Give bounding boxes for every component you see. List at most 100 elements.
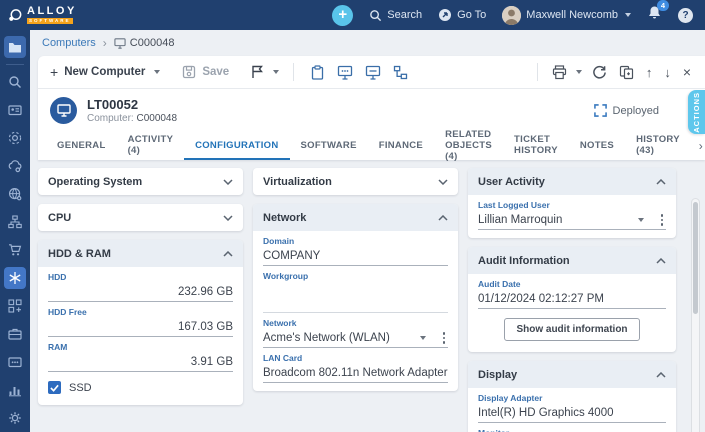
new-computer-button[interactable]: + New Computer bbox=[50, 64, 161, 80]
actions-side-tab[interactable]: ACTIONS bbox=[688, 90, 705, 134]
alloy-logo[interactable]: ALLOY SOFTWARE bbox=[8, 4, 77, 25]
logo-text-primary: ALLOY bbox=[27, 4, 77, 17]
chevron-up-icon bbox=[656, 257, 666, 264]
record-toolbar: + New Computer Save ↑ ↓ × bbox=[38, 56, 705, 89]
save-button[interactable]: Save bbox=[182, 65, 229, 79]
sidebar-item-id-card[interactable] bbox=[4, 99, 26, 121]
chevron-up-icon bbox=[656, 371, 666, 378]
previous-record-button[interactable]: ↑ bbox=[644, 63, 655, 82]
goto-menu[interactable]: Go To bbox=[438, 8, 486, 22]
left-nav-sidebar bbox=[0, 30, 30, 432]
next-record-button[interactable]: ↓ bbox=[662, 63, 673, 82]
ssd-checkbox-label: SSD bbox=[69, 381, 92, 394]
close-button[interactable]: × bbox=[681, 62, 693, 82]
panel-header-hdd-ram[interactable]: HDD & RAM bbox=[38, 240, 243, 267]
tab-software[interactable]: SOFTWARE bbox=[290, 132, 368, 160]
panel-audit-information: Audit Information Audit Date 01/12/2024 … bbox=[468, 247, 676, 352]
panel-display: Display Display Adapter Intel(R) HD Grap… bbox=[468, 361, 676, 432]
settings-gear-icon bbox=[9, 412, 21, 424]
flag-icon bbox=[252, 65, 264, 78]
field-network[interactable]: Network Acme's Network (WLAN) bbox=[263, 318, 448, 348]
help-button[interactable]: ? bbox=[678, 7, 693, 23]
chevron-down-icon bbox=[223, 214, 233, 221]
sidebar-item-cart[interactable] bbox=[4, 239, 26, 261]
refresh-icon bbox=[592, 65, 606, 79]
sidebar-item-archive[interactable] bbox=[4, 351, 26, 373]
field-workgroup[interactable]: Workgroup bbox=[263, 271, 448, 313]
panel-header-user-activity[interactable]: User Activity bbox=[468, 168, 676, 195]
panel-header-operating-system[interactable]: Operating System bbox=[38, 168, 243, 195]
ssd-checkbox[interactable] bbox=[48, 381, 61, 394]
id-card-icon bbox=[8, 105, 22, 116]
tab-history[interactable]: HISTORY (43) bbox=[625, 132, 691, 160]
tabs-overflow-chevron[interactable]: › bbox=[691, 132, 705, 160]
breadcrumb-computers-link[interactable]: Computers bbox=[42, 37, 96, 49]
monitor-chat-icon bbox=[338, 65, 353, 80]
chevron-down-icon bbox=[223, 178, 233, 185]
snowflake-icon bbox=[9, 272, 21, 284]
tab-activity[interactable]: ACTIVITY (4) bbox=[117, 132, 185, 160]
sidebar-item-globe[interactable] bbox=[4, 183, 26, 205]
sidebar-item-settings[interactable] bbox=[4, 407, 26, 429]
tab-ticket-history[interactable]: TICKET HISTORY bbox=[503, 132, 569, 160]
panel-header-virtualization[interactable]: Virtualization bbox=[253, 168, 458, 195]
sidebar-item-sitemap[interactable] bbox=[4, 211, 26, 233]
panel-header-audit-information[interactable]: Audit Information bbox=[468, 247, 676, 274]
network-menu-button[interactable] bbox=[440, 331, 449, 345]
network-topology-button[interactable] bbox=[391, 63, 410, 82]
global-add-button[interactable]: + bbox=[332, 4, 354, 26]
show-audit-information-button[interactable]: Show audit information bbox=[504, 318, 640, 341]
global-search[interactable]: Search bbox=[369, 9, 422, 22]
dropdown-caret-icon[interactable] bbox=[637, 218, 644, 222]
field-lan-card[interactable]: LAN Card Broadcom 802.11n Network Adapte… bbox=[263, 353, 448, 383]
sidebar-item-search[interactable] bbox=[4, 71, 26, 93]
breadcrumb-current: C000048 bbox=[114, 37, 174, 49]
panel-network: Network Domain COMPANY Workgroup Network… bbox=[253, 204, 458, 391]
tab-finance[interactable]: FINANCE bbox=[368, 132, 434, 160]
field-last-logged-user[interactable]: Last Logged User Lillian Marroquin bbox=[478, 200, 666, 230]
tab-notes[interactable]: NOTES bbox=[569, 132, 625, 160]
clipboard-icon bbox=[312, 64, 324, 80]
panel-header-display[interactable]: Display bbox=[468, 361, 676, 388]
tab-general[interactable]: GENERAL bbox=[46, 132, 117, 160]
field-hdd-free[interactable]: HDD Free 167.03 GB bbox=[48, 307, 233, 337]
dropdown-caret-icon[interactable] bbox=[419, 336, 426, 340]
paste-audit-button[interactable] bbox=[308, 63, 327, 82]
scrollbar-thumb[interactable] bbox=[693, 202, 698, 314]
panel-header-cpu[interactable]: CPU bbox=[38, 204, 243, 231]
toolbar-divider bbox=[293, 63, 295, 81]
user-menu[interactable]: Maxwell Newcomb bbox=[502, 5, 631, 25]
sidebar-item-cloud[interactable] bbox=[4, 155, 26, 177]
refresh-button[interactable] bbox=[590, 63, 609, 82]
field-display-adapter[interactable]: Display Adapter Intel(R) HD Graphics 400… bbox=[478, 393, 666, 423]
field-monitor[interactable]: Monitor bbox=[478, 428, 666, 432]
field-domain[interactable]: Domain COMPANY bbox=[263, 236, 448, 266]
field-ram[interactable]: RAM 3.91 GB bbox=[48, 342, 233, 372]
remote-message-button[interactable] bbox=[335, 63, 355, 82]
sidebar-item-folder[interactable] bbox=[4, 36, 26, 58]
sidebar-item-reports[interactable] bbox=[4, 379, 26, 401]
copy-record-button[interactable] bbox=[617, 63, 636, 82]
content-scrollbar[interactable] bbox=[691, 198, 700, 432]
remote-desktop-button[interactable] bbox=[363, 63, 383, 82]
tab-related-objects[interactable]: RELATED OBJECTS (4) bbox=[434, 129, 503, 162]
print-button[interactable] bbox=[552, 64, 582, 80]
field-audit-date[interactable]: Audit Date 01/12/2024 02:12:27 PM bbox=[478, 279, 666, 309]
sidebar-item-service-gear[interactable] bbox=[4, 127, 26, 149]
chevron-down-icon bbox=[625, 13, 631, 17]
sidebar-item-briefcase[interactable] bbox=[4, 323, 26, 345]
panel-header-network[interactable]: Network bbox=[253, 204, 458, 231]
chevron-down-icon bbox=[154, 70, 161, 74]
check-icon bbox=[50, 384, 59, 392]
notifications-button[interactable]: 4 bbox=[647, 0, 669, 25]
computer-icon bbox=[56, 104, 71, 117]
tab-configuration[interactable]: CONFIGURATION bbox=[184, 132, 290, 160]
sidebar-item-snowflake[interactable] bbox=[4, 267, 26, 289]
sidebar-item-modules[interactable] bbox=[4, 295, 26, 317]
user-menu-button[interactable] bbox=[658, 213, 667, 227]
sidebar-divider bbox=[6, 64, 24, 65]
chevron-down-icon bbox=[438, 178, 448, 185]
search-icon bbox=[370, 9, 382, 21]
field-hdd[interactable]: HDD 232.96 GB bbox=[48, 272, 233, 302]
flag-button[interactable] bbox=[251, 65, 280, 79]
